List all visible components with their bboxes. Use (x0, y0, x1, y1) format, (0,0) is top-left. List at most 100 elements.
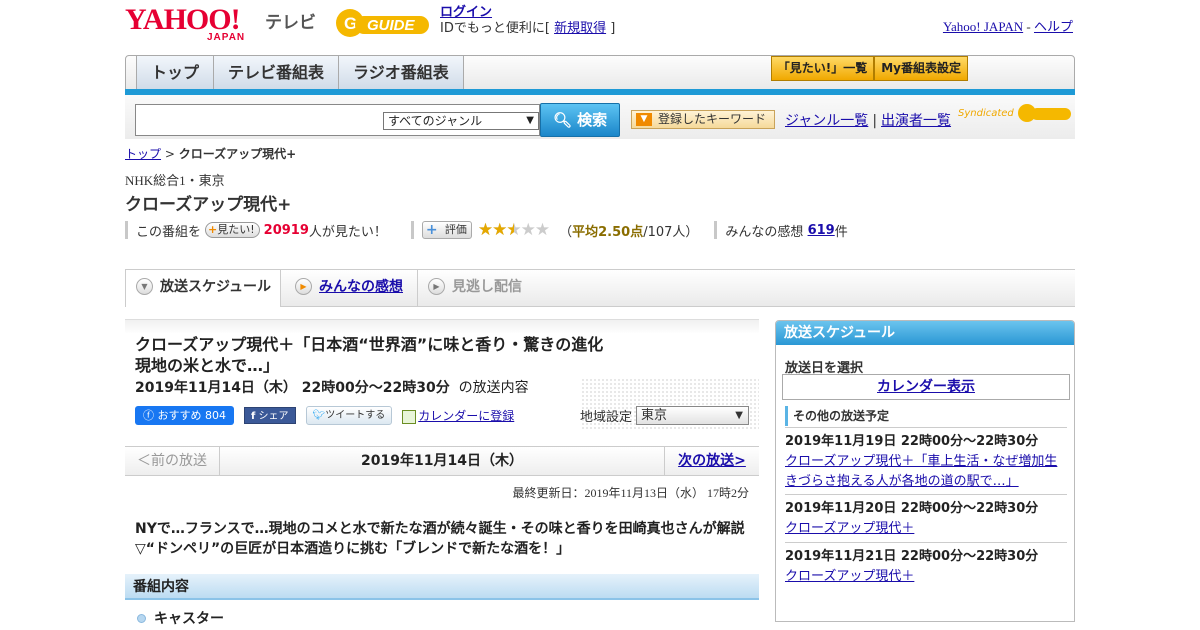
mitai-button[interactable]: +見たい! (205, 222, 260, 238)
calendar-register-link[interactable]: カレンダーに登録 (402, 407, 514, 424)
site-header: YAHOO! JAPAN テレビ G GUIDE ログイン IDでもっと便利に[… (125, 0, 1075, 50)
nav-tab-top[interactable]: トップ (136, 56, 215, 90)
episode-time-suffix: の放送内容 (458, 380, 529, 396)
help-link[interactable]: ヘルプ (1034, 19, 1073, 34)
nav-tab-radio-schedule[interactable]: ラジオ番組表 (339, 56, 464, 90)
cast-label-row: キャスター (137, 608, 747, 630)
schedule-item: 2019年11月21日 22時00分～22時30分 クローズアップ現代＋ (785, 542, 1067, 587)
link-divider: | (872, 113, 878, 129)
bullet-icon (137, 614, 146, 623)
main-nav: トップ テレビ番組表 ラジオ番組表 「見たい!」一覧 My番組表設定 (125, 55, 1075, 93)
svg-text:GUIDE: GUIDE (367, 17, 416, 34)
syndicated-text: Syndicated (958, 108, 1014, 119)
impressions-count-link[interactable]: 619 (808, 223, 835, 238)
facebook-share-button[interactable]: f シェア (244, 407, 296, 424)
dropdown-arrow-icon: ▼ (636, 113, 652, 126)
schedule-item: 2019年11月19日 22時00分～22時30分 クローズアップ現代＋「車上生… (785, 427, 1067, 492)
header-links: Yahoo! JAPAN - ヘルプ (943, 16, 1073, 35)
twitter-bird-icon: 🐦︎ (312, 410, 326, 421)
star-rating-fill: ★★★★★ (477, 221, 514, 239)
yahoo-japan-link[interactable]: Yahoo! JAPAN (943, 19, 1023, 34)
registered-keyword-label: 登録したキーワード (658, 112, 767, 126)
chevron-down-icon: ▼ (735, 410, 743, 421)
search-links: ジャンル一覧 | 出演者一覧 (785, 110, 951, 130)
schedule-title-link[interactable]: クローズアップ現代＋「車上生活・なぜ増加生きづらさ抱える人が各地の道の駅で…」 (785, 454, 1057, 489)
tweet-label: ツイートする (325, 410, 386, 421)
gguide-small-logo (1017, 104, 1071, 122)
content-section-heading: 番組内容 (125, 574, 759, 600)
breadcrumb: トップ > クローズアップ現代+ (125, 145, 296, 162)
current-broadcast-date: 2019年11月14日（木） (361, 453, 523, 469)
search-bar: すべてのジャンル ▼ 🔍︎ 検索 ▼ 登録したキーワード ジャンル一覧 | 出演者一… (125, 95, 1075, 139)
gguide-logo: G GUIDE (336, 9, 429, 37)
calendar-display-button[interactable]: カレンダー表示 (782, 374, 1070, 400)
next-broadcast-link[interactable]: 次の放送> (664, 447, 759, 475)
register-link[interactable]: 新規取得 (554, 21, 606, 36)
rating-button[interactable]: + 評価 (421, 221, 472, 239)
mitai-prefix: この番組を (136, 224, 202, 240)
plus-icon: + (425, 222, 438, 238)
mitai-count: 20919 (263, 222, 309, 238)
nav-tab-tv-schedule[interactable]: テレビ番組表 (214, 56, 340, 90)
schedule-date: 2019年11月19日 22時00分～22時30分 (785, 434, 1039, 449)
region-value: 東京 (641, 408, 668, 423)
login-box: ログイン IDでもっと便利に[ 新規取得 ] (440, 5, 615, 37)
genre-list-link[interactable]: ジャンル一覧 (785, 113, 868, 129)
tab-impressions[interactable]: ▶ みんなの感想 (285, 270, 415, 306)
tab-impressions-label: みんなの感想 (319, 279, 403, 295)
divider (410, 221, 414, 239)
region-label: 地域設定 (579, 410, 632, 425)
login-link[interactable]: ログイン (440, 5, 492, 20)
breadcrumb-top-link[interactable]: トップ (125, 147, 161, 161)
mitai-button-label: 見たい! (217, 223, 255, 236)
broadcast-pager: ＜前の放送 2019年11月14日（木） 次の放送> (125, 446, 759, 476)
japan-logo-text: JAPAN (207, 32, 246, 43)
yahoo-japan-logo[interactable]: YAHOO! JAPAN (125, 5, 244, 44)
episode-header: クローズアップ現代＋「日本酒“世界酒”に味と香り・驚きの進化現地の米と水で…」 … (125, 319, 759, 431)
episode-time: 2019年11月14日（木） 22時00分～22時30分 の放送内容 (135, 377, 529, 397)
breadcrumb-current: クローズアップ現代+ (178, 147, 297, 161)
schedule-item: 2019年11月20日 22時00分～22時30分 クローズアップ現代＋ (785, 494, 1067, 539)
calendar-plus-icon (402, 409, 417, 424)
my-program-settings-button[interactable]: My番組表設定 (874, 56, 968, 81)
tab-missed-label: 見逃し配信 (452, 279, 522, 295)
tab-schedule[interactable]: ▼ 放送スケジュール (125, 270, 281, 307)
tv-logo-text: テレビ (265, 13, 316, 33)
tab-missed-streaming: ▶ 見逃し配信 (417, 270, 547, 306)
last-updated: 最終更新日：2019年11月13日（水） 17時2分 (512, 486, 749, 500)
star-rating: ★★★★★★★★★★ (477, 220, 550, 240)
share-row: ⓕ おすすめ 804 f シェア 🐦︎ツイートする カレンダーに登録 (135, 406, 514, 425)
facebook-share-label: シェア (258, 411, 289, 422)
prev-broadcast: ＜前の放送 (125, 447, 220, 475)
episode-title: クローズアップ現代＋「日本酒“世界酒”に味と香り・驚きの進化現地の米と水で…」 (135, 335, 604, 375)
tab-schedule-label: 放送スケジュール (160, 279, 272, 295)
divider (714, 221, 718, 239)
channel-name: NHK総合1・東京 (125, 173, 225, 188)
performer-list-link[interactable]: 出演者一覧 (881, 113, 951, 129)
login-text-end: ] (606, 21, 616, 36)
mitai-list-button[interactable]: 「見たい!」一覧 (770, 56, 875, 81)
tweet-button[interactable]: 🐦︎ツイートする (305, 406, 393, 425)
facebook-icon: ⓕ (143, 409, 154, 422)
facebook-recommend-button[interactable]: ⓕ おすすめ 804 (135, 406, 234, 425)
mitai-suffix: 人が見たい！ (308, 224, 387, 240)
genre-select[interactable]: すべてのジャンル ▼ (383, 112, 539, 130)
search-button[interactable]: 🔍︎ 検索 (540, 103, 620, 137)
play-arrow-icon: ▶ (295, 278, 312, 295)
login-text: IDでもっと便利に[ (440, 21, 555, 36)
syndicated-gguide-logo: Syndicated (958, 103, 1071, 123)
calendar-register-label: カレンダーに登録 (418, 409, 515, 423)
search-icon: 🔍︎ (552, 111, 572, 129)
rating-button-label: 評価 (444, 223, 467, 236)
divider (125, 221, 128, 239)
region-select[interactable]: 東京 ▼ (636, 406, 749, 425)
cast-label: キャスター (154, 611, 224, 627)
registered-keyword-button[interactable]: ▼ 登録したキーワード (631, 110, 775, 129)
plus-icon: + (208, 223, 218, 236)
page-title: クローズアップ現代+ (125, 195, 292, 215)
schedule-title-link[interactable]: クローズアップ現代＋ (785, 521, 914, 536)
schedule-title-link[interactable]: クローズアップ現代＋ (785, 569, 914, 584)
impressions-label: みんなの感想 (725, 224, 804, 240)
rating-average: 平均2.50点 (572, 224, 644, 240)
rating-count: /107人） (643, 224, 699, 240)
